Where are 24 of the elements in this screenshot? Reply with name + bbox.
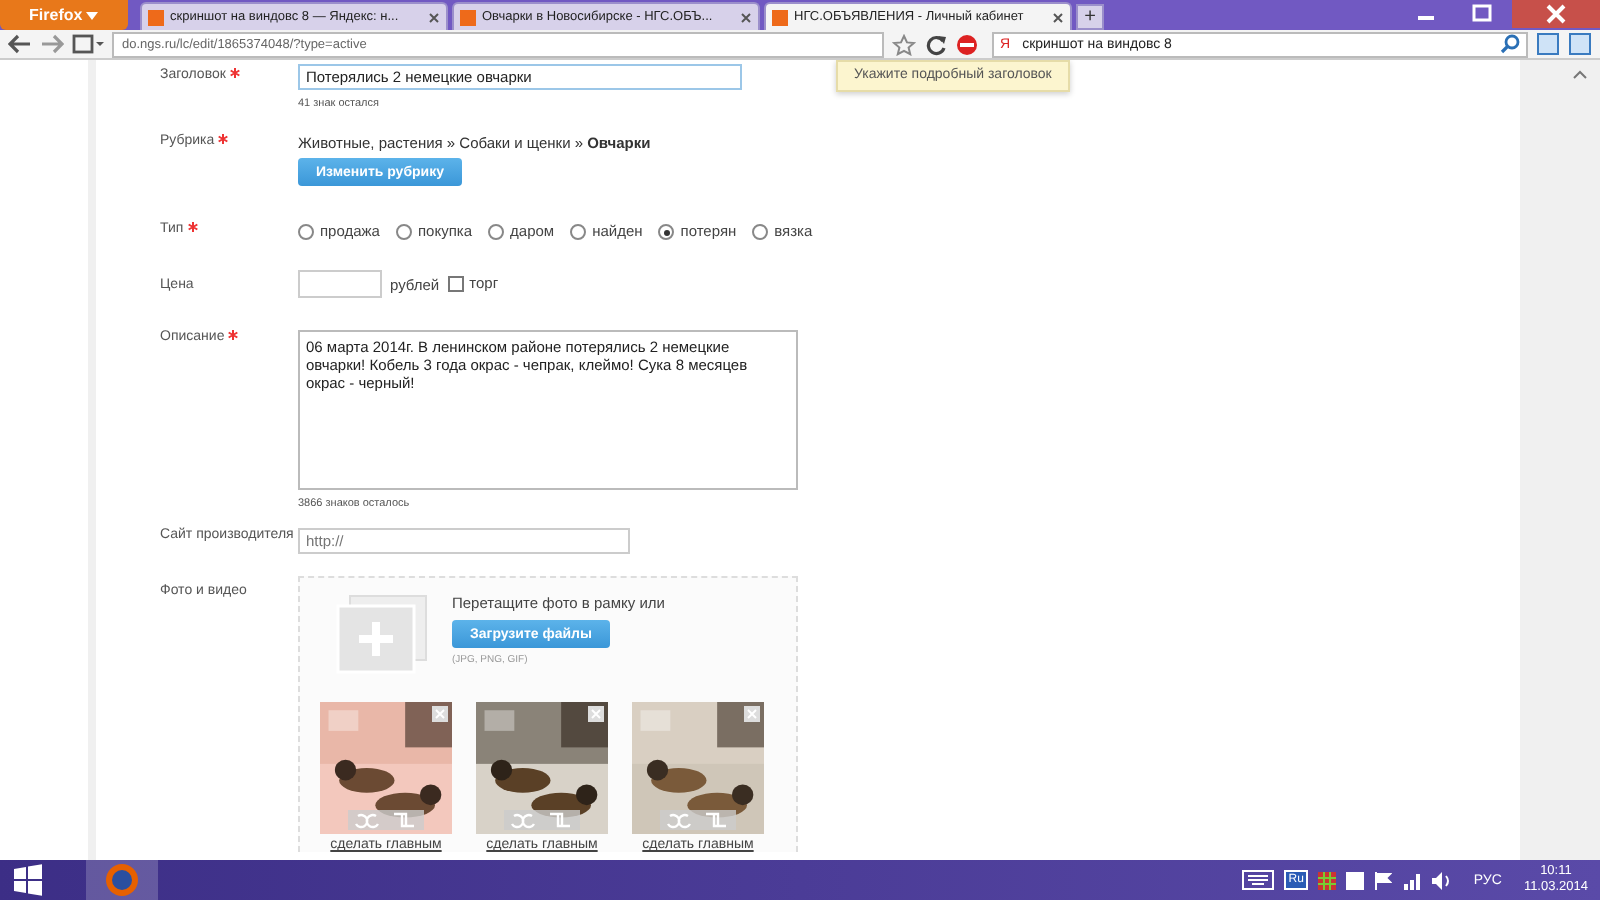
speaker-icon[interactable]: [1431, 871, 1452, 889]
network-icon[interactable]: [1401, 871, 1422, 889]
bookmark-icon[interactable]: [1536, 32, 1560, 56]
history-icon[interactable]: [72, 34, 104, 54]
caret-icon: [86, 11, 99, 20]
reload-icon[interactable]: [924, 33, 948, 55]
search-icon[interactable]: [1500, 34, 1520, 54]
close-icon[interactable]: [428, 11, 440, 23]
windows-logo-icon[interactable]: [12, 864, 44, 896]
square-icon[interactable]: [1345, 871, 1364, 889]
star-icon[interactable]: [892, 33, 916, 55]
close-icon[interactable]: [1512, 0, 1600, 28]
scroll-up-icon[interactable]: [1572, 68, 1588, 80]
new-tab-button[interactable]: +: [1076, 4, 1104, 30]
bookmark-icon[interactable]: [1568, 32, 1592, 56]
add-photo-icon: [336, 594, 428, 674]
close-icon[interactable]: [740, 11, 752, 23]
price-input[interactable]: [298, 270, 382, 298]
forward-icon[interactable]: [40, 34, 64, 54]
close-icon[interactable]: [1052, 11, 1064, 23]
back-icon[interactable]: [8, 34, 32, 54]
grid-icon[interactable]: [1317, 871, 1336, 889]
keyboard-icon[interactable]: [1242, 870, 1275, 890]
flag-icon[interactable]: [1373, 871, 1392, 889]
